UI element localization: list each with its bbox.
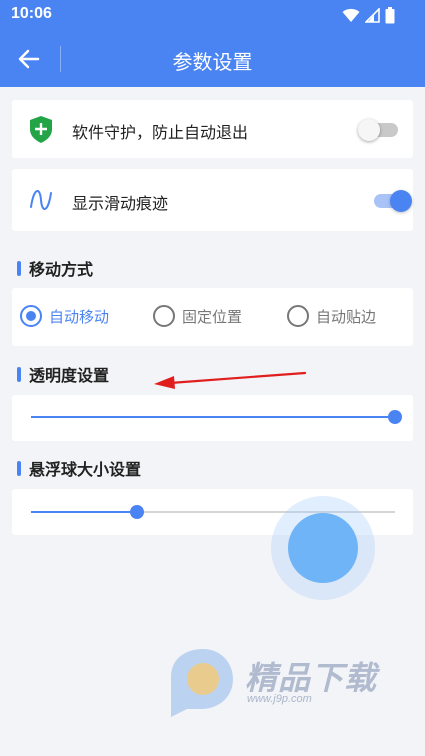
radio-auto-move[interactable]: 自动移动 bbox=[20, 305, 109, 327]
slider-fill bbox=[31, 511, 137, 513]
switch-thumb bbox=[390, 190, 412, 212]
radio-circle bbox=[287, 305, 309, 327]
page-title: 参数设置 bbox=[172, 50, 253, 74]
radio-auto-edge[interactable]: 自动贴边 bbox=[287, 305, 376, 327]
keep-alive-switch[interactable] bbox=[358, 117, 400, 141]
radio-circle bbox=[20, 305, 42, 327]
radio-label: 自动移动 bbox=[49, 307, 110, 326]
battery-icon bbox=[385, 6, 395, 23]
slider-knob[interactable] bbox=[129, 505, 144, 519]
show-trail-switch[interactable] bbox=[372, 188, 412, 212]
section-marker bbox=[17, 366, 21, 382]
watermark-url: www.j9p.com bbox=[247, 693, 312, 705]
radio-label: 固定位置 bbox=[182, 307, 243, 326]
radio-circle bbox=[153, 305, 175, 327]
show-trail-label: 显示滑动痕迹 bbox=[72, 194, 169, 213]
status-time: 10:06 bbox=[11, 5, 52, 22]
move-mode-card: 自动移动 固定位置 自动贴边 bbox=[12, 288, 413, 346]
slider-fill bbox=[31, 416, 395, 418]
move-mode-title-text: 移动方式 bbox=[29, 260, 94, 279]
section-marker bbox=[17, 460, 21, 476]
app-bar: 参数设置 bbox=[0, 30, 425, 87]
switch-thumb bbox=[358, 119, 380, 141]
annotation-arrow bbox=[154, 371, 307, 389]
watermark-logo bbox=[171, 649, 233, 717]
move-mode-title: 移动方式 bbox=[17, 256, 93, 280]
radio-label: 自动贴边 bbox=[316, 307, 377, 326]
opacity-card bbox=[12, 395, 413, 441]
status-icons bbox=[342, 6, 395, 24]
slider-knob[interactable] bbox=[388, 410, 402, 424]
keep-alive-label: 软件守护，防止自动退出 bbox=[72, 123, 249, 142]
watermark: 精品下载 www.j9p.com bbox=[165, 647, 395, 719]
ball-size-title-text: 悬浮球大小设置 bbox=[29, 460, 142, 479]
radio-fixed-position[interactable]: 固定位置 bbox=[153, 305, 242, 327]
shield-plus-icon bbox=[30, 116, 52, 143]
opacity-title-text: 透明度设置 bbox=[29, 366, 110, 385]
section-marker bbox=[17, 260, 21, 276]
ball-size-title: 悬浮球大小设置 bbox=[17, 456, 141, 480]
signal-icon bbox=[365, 7, 380, 23]
wifi-icon bbox=[342, 8, 360, 22]
show-trail-row[interactable]: 显示滑动痕迹 bbox=[12, 169, 413, 231]
keep-alive-row[interactable]: 软件守护，防止自动退出 bbox=[12, 100, 413, 158]
header: 10:06 参数设置 bbox=[0, 0, 425, 87]
floating-ball[interactable] bbox=[288, 513, 358, 583]
status-bar: 10:06 bbox=[0, 0, 425, 30]
wave-icon bbox=[30, 190, 52, 210]
opacity-slider[interactable] bbox=[31, 407, 402, 427]
opacity-title: 透明度设置 bbox=[17, 362, 109, 386]
